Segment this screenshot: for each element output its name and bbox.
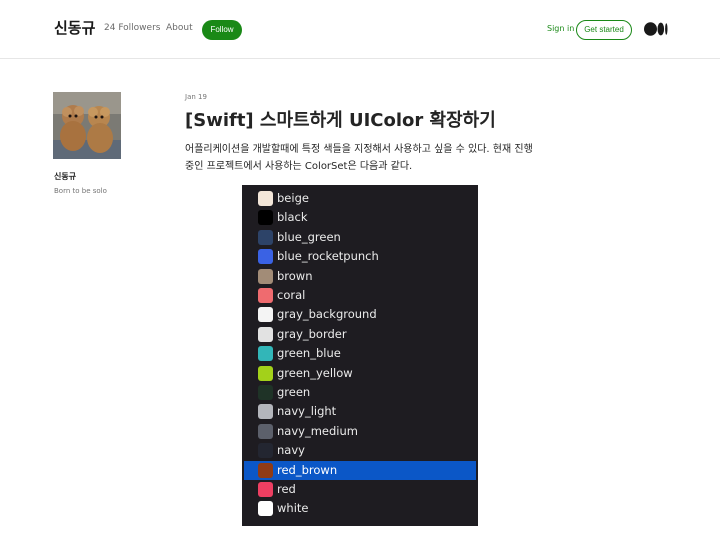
get-started-button[interactable]: Get started: [576, 20, 632, 40]
color-list-item: brown: [242, 267, 478, 286]
color-name: white: [277, 501, 309, 516]
color-swatch: [258, 365, 273, 381]
color-swatch: [258, 288, 273, 303]
color-swatch: [258, 482, 273, 497]
post-paragraph: 어플리케이션을 개발할때에 특정 색들을 지정해서 사용하고 싶을 수 있다. …: [185, 144, 533, 172]
color-name: navy: [277, 443, 305, 458]
color-swatch: [258, 229, 273, 245]
color-swatch: [258, 385, 273, 400]
color-swatch: [258, 423, 273, 439]
color-swatch: [258, 443, 273, 459]
color-list-item: white: [242, 499, 478, 518]
color-swatch: [258, 501, 273, 517]
color-name: green_blue: [277, 346, 341, 361]
medium-logo-icon[interactable]: [644, 22, 668, 36]
color-name: beige: [277, 191, 309, 205]
color-list-item: blue_rocketpunch: [242, 247, 478, 266]
post-title[interactable]: [Swift] 스마트하게 UIColor 확장하기: [185, 106, 496, 132]
sidebar-author-name[interactable]: 신동규: [54, 171, 76, 182]
color-list-item: green_yellow: [242, 364, 478, 383]
sidebar-author-bio: Born to be solo: [54, 187, 107, 195]
color-list-item: blue_green: [242, 228, 478, 247]
color-list-item: red: [242, 480, 478, 499]
color-list-item: navy: [242, 441, 478, 460]
color-name: blue_rocketpunch: [277, 249, 379, 264]
avatar: [53, 92, 121, 159]
color-name: gray_background: [277, 307, 377, 322]
color-name: green: [277, 385, 311, 399]
color-swatch: [258, 268, 273, 284]
follow-button[interactable]: Follow: [202, 20, 242, 40]
color-name: navy_light: [277, 404, 337, 419]
color-list-item: navy_light: [242, 402, 478, 421]
color-list-item: green: [242, 383, 478, 402]
color-list-item: red_brown: [244, 460, 476, 480]
color-swatch: [258, 346, 273, 362]
color-swatch: [258, 249, 273, 265]
color-swatch: [258, 462, 273, 478]
color-name: coral: [277, 288, 306, 302]
color-list-item: coral: [242, 286, 478, 305]
color-name: blue_green: [277, 229, 341, 244]
color-list-item: navy_medium: [242, 422, 478, 441]
color-swatch: [258, 210, 273, 226]
sign-in-link[interactable]: Sign in: [547, 24, 574, 33]
post-date: Jan 19: [185, 93, 207, 101]
color-list-item: black: [242, 208, 478, 227]
color-name: gray_border: [277, 326, 347, 341]
color-name: black: [277, 210, 308, 225]
color-swatch: [258, 307, 273, 323]
colorset-screenshot: beige black blue_green blue_rocketpunchbrow…: [242, 185, 478, 526]
avatar-photo-icon: [53, 92, 121, 159]
color-name: red: [277, 482, 296, 496]
color-name: navy_medium: [277, 423, 358, 438]
color-swatch: [258, 326, 273, 342]
about-link[interactable]: About: [166, 23, 193, 33]
color-list-item: gray_border: [242, 325, 478, 344]
color-swatch: [258, 404, 273, 420]
followers-link[interactable]: 24 Followers: [104, 23, 160, 33]
color-list-item: gray_background: [242, 305, 478, 324]
color-list-item: green_blue: [242, 344, 478, 363]
color-name: green_yellow: [277, 365, 353, 380]
color-name: red_brown: [277, 462, 338, 477]
author-name[interactable]: 신동규: [54, 17, 95, 38]
color-swatch: [258, 191, 273, 206]
color-name: brown: [277, 268, 313, 283]
top-navigation-bar: 신동규 24 Followers About Follow Sign in Ge…: [0, 0, 720, 59]
color-list-item: beige: [242, 189, 478, 208]
